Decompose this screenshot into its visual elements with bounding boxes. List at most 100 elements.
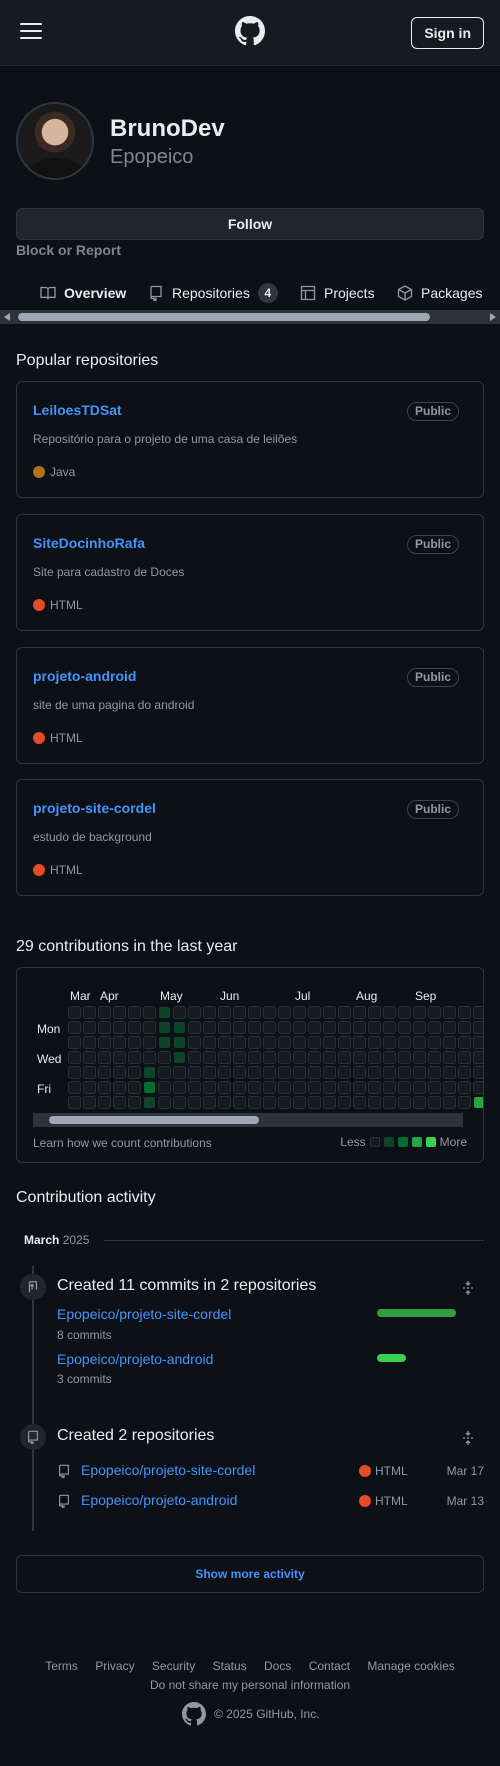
contribution-day-cell[interactable] [368, 1051, 381, 1064]
contribution-day-cell[interactable] [368, 1036, 381, 1049]
contribution-day-cell[interactable] [458, 1081, 471, 1094]
contribution-day-cell[interactable] [368, 1066, 381, 1079]
contribution-day-cell[interactable] [278, 1021, 291, 1034]
footer-link[interactable]: Status [213, 1659, 247, 1673]
fold-icon[interactable] [460, 1430, 476, 1446]
contribution-day-cell[interactable] [143, 1006, 156, 1019]
contribution-day-cell[interactable] [473, 1036, 483, 1049]
contribution-day-cell[interactable] [353, 1006, 366, 1019]
contribution-day-cell[interactable] [383, 1096, 396, 1109]
contribution-day-cell[interactable] [83, 1081, 96, 1094]
contribution-day-cell[interactable] [188, 1096, 201, 1109]
contribution-day-cell[interactable] [233, 1096, 246, 1109]
scrollbar-thumb[interactable] [18, 313, 430, 321]
contribution-day-cell[interactable] [338, 1051, 351, 1064]
footer-link[interactable]: Docs [264, 1659, 291, 1673]
contribution-day-cell[interactable] [383, 1006, 396, 1019]
contribution-day-cell[interactable] [473, 1066, 483, 1079]
contribution-day-cell[interactable] [248, 1081, 261, 1094]
contribution-day-cell[interactable] [248, 1066, 261, 1079]
contribution-day-cell[interactable] [188, 1066, 201, 1079]
contribution-day-cell[interactable] [308, 1066, 321, 1079]
contribution-day-cell[interactable] [338, 1081, 351, 1094]
contribution-day-cell[interactable] [383, 1021, 396, 1034]
contribution-day-cell[interactable] [144, 1097, 155, 1108]
contribution-day-cell[interactable] [68, 1036, 81, 1049]
contribution-day-cell[interactable] [473, 1006, 483, 1019]
repo-name-link[interactable]: projeto-android [33, 668, 136, 684]
fold-icon[interactable] [460, 1280, 476, 1296]
contribution-day-cell[interactable] [473, 1081, 483, 1094]
contribution-day-cell[interactable] [158, 1051, 171, 1064]
contribution-day-cell[interactable] [83, 1066, 96, 1079]
contribution-day-cell[interactable] [113, 1051, 126, 1064]
contribution-day-cell[interactable] [398, 1006, 411, 1019]
footer-link[interactable]: Terms [45, 1659, 78, 1673]
contribution-day-cell[interactable] [188, 1021, 201, 1034]
contribution-day-cell[interactable] [233, 1021, 246, 1034]
contribution-day-cell[interactable] [83, 1006, 96, 1019]
contribution-day-cell[interactable] [383, 1066, 396, 1079]
contribution-day-cell[interactable] [413, 1096, 426, 1109]
repo-name-link[interactable]: LeiloesTDSat [33, 402, 122, 418]
contribution-day-cell[interactable] [368, 1021, 381, 1034]
contribution-day-cell[interactable] [323, 1096, 336, 1109]
follow-button[interactable]: Follow [16, 208, 484, 240]
contribution-day-cell[interactable] [159, 1022, 170, 1033]
contribution-day-cell[interactable] [218, 1051, 231, 1064]
contribution-day-cell[interactable] [458, 1021, 471, 1034]
hamburger-icon[interactable] [20, 23, 42, 41]
contribution-day-cell[interactable] [203, 1021, 216, 1034]
contribution-day-cell[interactable] [144, 1082, 155, 1093]
contribution-day-cell[interactable] [278, 1096, 291, 1109]
contribution-day-cell[interactable] [383, 1081, 396, 1094]
contribution-day-cell[interactable] [398, 1066, 411, 1079]
tab-repositories[interactable]: Repositories 4 [148, 278, 278, 308]
contribution-day-cell[interactable] [338, 1006, 351, 1019]
contribution-day-cell[interactable] [83, 1051, 96, 1064]
contribution-day-cell[interactable] [83, 1036, 96, 1049]
contribution-day-cell[interactable] [428, 1006, 441, 1019]
contribution-day-cell[interactable] [474, 1097, 483, 1108]
contribution-day-cell[interactable] [428, 1066, 441, 1079]
contribution-day-cell[interactable] [323, 1036, 336, 1049]
contribution-day-cell[interactable] [128, 1081, 141, 1094]
contribution-day-cell[interactable] [248, 1096, 261, 1109]
contribution-day-cell[interactable] [338, 1096, 351, 1109]
contribution-day-cell[interactable] [278, 1036, 291, 1049]
contribution-day-cell[interactable] [308, 1081, 321, 1094]
contribution-day-cell[interactable] [458, 1036, 471, 1049]
calendar-scrollbar[interactable] [33, 1113, 463, 1127]
tab-packages[interactable]: Packages [397, 278, 482, 308]
contribution-day-cell[interactable] [383, 1051, 396, 1064]
contribution-day-cell[interactable] [368, 1096, 381, 1109]
contribution-day-cell[interactable] [173, 1081, 186, 1094]
contribution-day-cell[interactable] [143, 1051, 156, 1064]
contribution-day-cell[interactable] [248, 1021, 261, 1034]
contribution-day-cell[interactable] [443, 1006, 456, 1019]
footer-link[interactable]: Privacy [95, 1659, 134, 1673]
contribution-day-cell[interactable] [159, 1007, 170, 1018]
scroll-right-icon[interactable] [490, 313, 496, 321]
contribution-day-cell[interactable] [293, 1096, 306, 1109]
contribution-day-cell[interactable] [248, 1006, 261, 1019]
contribution-day-cell[interactable] [248, 1036, 261, 1049]
contribution-day-cell[interactable] [218, 1006, 231, 1019]
contribution-day-cell[interactable] [188, 1051, 201, 1064]
commit-count-link[interactable]: 8 commits [57, 1328, 112, 1342]
contribution-day-cell[interactable] [353, 1051, 366, 1064]
contribution-day-cell[interactable] [128, 1096, 141, 1109]
contribution-day-cell[interactable] [428, 1051, 441, 1064]
contribution-day-cell[interactable] [143, 1036, 156, 1049]
scrollbar-thumb[interactable] [49, 1116, 259, 1124]
contribution-day-cell[interactable] [263, 1066, 276, 1079]
contribution-day-cell[interactable] [83, 1021, 96, 1034]
contribution-day-cell[interactable] [293, 1081, 306, 1094]
contribution-day-cell[interactable] [174, 1037, 185, 1048]
contribution-day-cell[interactable] [203, 1051, 216, 1064]
contribution-day-cell[interactable] [413, 1036, 426, 1049]
contribution-day-cell[interactable] [308, 1051, 321, 1064]
contribution-day-cell[interactable] [98, 1036, 111, 1049]
contribution-day-cell[interactable] [308, 1006, 321, 1019]
contribution-day-cell[interactable] [98, 1096, 111, 1109]
